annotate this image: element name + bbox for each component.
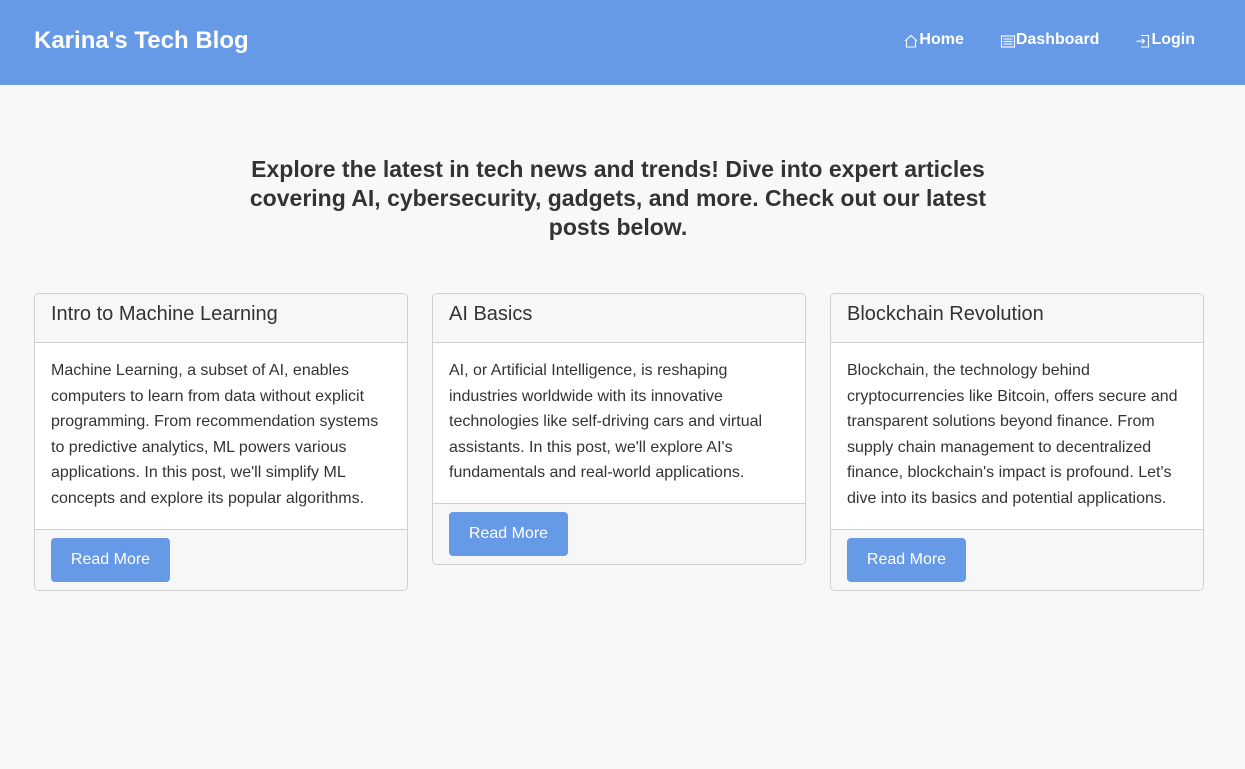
home-icon [903, 33, 919, 49]
post-body: AI, or Artificial Intelligence, is resha… [433, 343, 805, 503]
read-more-button[interactable]: Read More [449, 511, 568, 556]
dashboard-icon [1000, 33, 1016, 49]
read-more-button[interactable]: Read More [51, 537, 170, 582]
nav-login-label: Login [1151, 31, 1195, 48]
nav-login-link[interactable]: Login [1135, 30, 1195, 50]
intro-text: Explore the latest in tech news and tren… [249, 156, 987, 240]
nav-dashboard-link[interactable]: Dashboard [1000, 30, 1100, 50]
post-body: Blockchain, the technology behind crypto… [831, 343, 1203, 529]
post-footer: Read More [35, 528, 407, 590]
site-brand[interactable]: Karina's Tech Blog [34, 27, 249, 55]
post-body: Machine Learning, a subset of AI, enable… [35, 343, 407, 529]
post-footer: Read More [433, 502, 805, 564]
nav-home-label: Home [919, 31, 964, 48]
login-icon [1135, 33, 1151, 49]
post-card-machine-learning: Intro to Machine Learning Machine Learni… [34, 293, 408, 591]
post-card-blockchain: Blockchain Revolution Blockchain, the te… [830, 293, 1204, 591]
nav-home-link[interactable]: Home [903, 30, 964, 50]
post-card-ai-basics: AI Basics AI, or Artificial Intelligence… [432, 293, 806, 565]
nav-dashboard-label: Dashboard [1015, 31, 1100, 48]
read-more-button[interactable]: Read More [847, 537, 966, 582]
post-title: Blockchain Revolution [831, 294, 1203, 343]
post-title: AI Basics [433, 294, 805, 343]
post-footer: Read More [831, 528, 1203, 590]
navbar: Karina's Tech Blog Home Dashboard Login [0, 0, 1245, 85]
nav-links: Home Dashboard Login [903, 30, 1195, 50]
post-title: Intro to Machine Learning [35, 294, 407, 343]
